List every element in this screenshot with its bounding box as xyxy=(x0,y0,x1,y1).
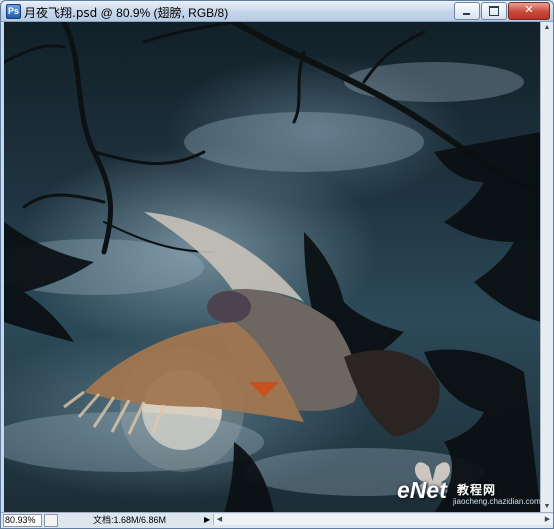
document-size-info: 文档:1.68M/6.86M xyxy=(93,515,167,525)
minimize-button[interactable] xyxy=(454,2,480,20)
watermark-chinese: 教程网 xyxy=(457,483,497,497)
close-icon: ✕ xyxy=(524,4,534,16)
document-filename: 月夜飞翔.psd xyxy=(24,6,98,20)
window-controls: ✕ xyxy=(454,2,550,20)
status-menu-icon[interactable] xyxy=(44,514,58,527)
canvas-artwork xyxy=(4,22,541,513)
document-window: Ps 月夜飞翔.psd @ 80.9% (翅膀, RGB/8) ✕ eNet 教… xyxy=(0,0,554,529)
image-canvas[interactable]: eNet 教程网 jiaocheng.chazidian.com xyxy=(4,22,541,513)
scroll-up-icon[interactable]: ▲ xyxy=(541,22,553,34)
close-button[interactable]: ✕ xyxy=(508,2,550,20)
watermark-url: jiaocheng.chazidian.com xyxy=(453,497,541,506)
window-title: 月夜飞翔.psd @ 80.9% (翅膀, RGB/8) xyxy=(24,4,228,21)
watermark: eNet 教程网 jiaocheng.chazidian.com xyxy=(337,475,541,506)
vertical-scrollbar[interactable]: ▲ ▼ xyxy=(540,22,553,513)
status-bar: 80.93% 文档:1.68M/6.86M ▶ ◀ ▶ xyxy=(1,512,553,528)
maximize-icon xyxy=(489,6,499,16)
maximize-button[interactable] xyxy=(481,2,507,20)
watermark-logo: eNet xyxy=(397,477,447,503)
document-title-suffix: @ 80.9% (翅膀, RGB/8) xyxy=(97,6,229,20)
title-bar[interactable]: Ps 月夜飞翔.psd @ 80.9% (翅膀, RGB/8) ✕ xyxy=(1,1,553,22)
horizontal-scrollbar[interactable]: ◀ ▶ xyxy=(213,514,553,525)
minimize-icon xyxy=(463,13,470,15)
status-menu-arrow-icon[interactable]: ▶ xyxy=(204,514,210,526)
scroll-right-icon[interactable]: ▶ xyxy=(542,514,553,525)
photoshop-doc-icon: Ps xyxy=(6,4,21,19)
scroll-left-icon[interactable]: ◀ xyxy=(214,514,225,525)
zoom-field[interactable]: 80.93% xyxy=(3,514,42,527)
